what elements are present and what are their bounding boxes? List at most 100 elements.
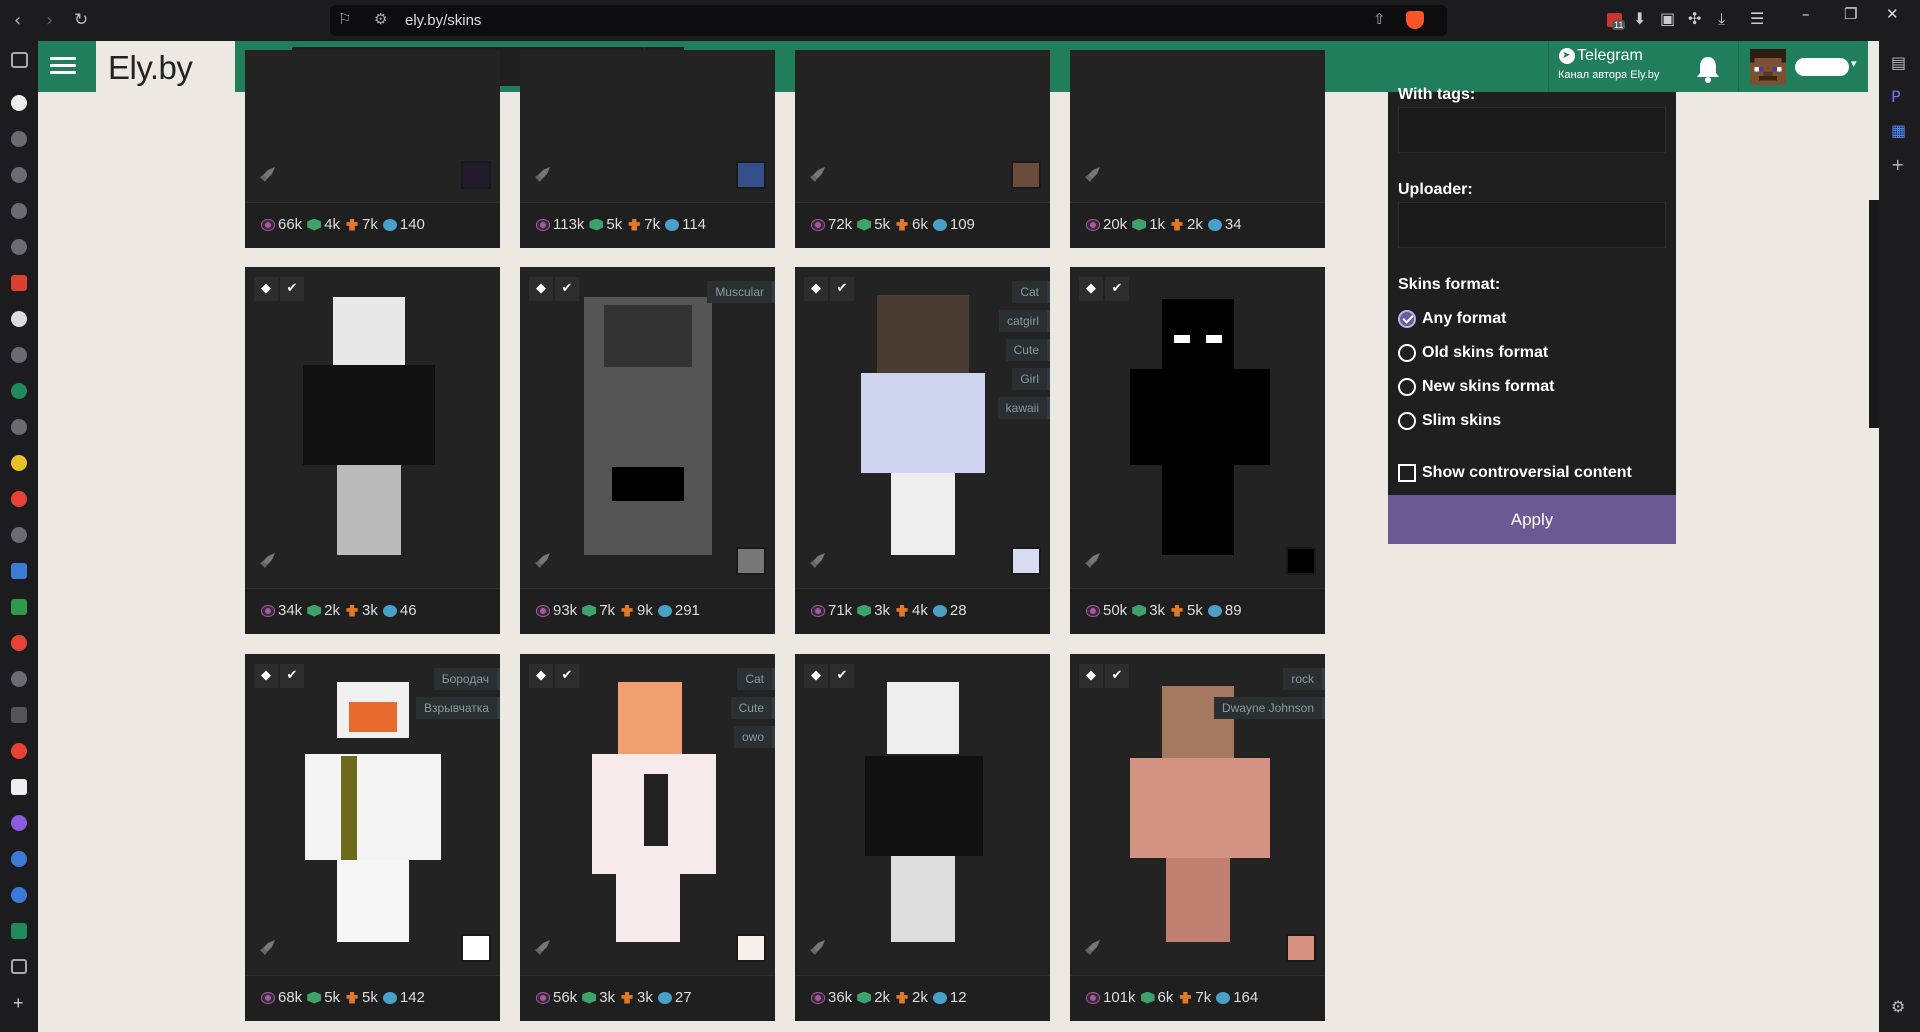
tag[interactable]: Cute xyxy=(730,697,775,719)
sidebar-app-icon[interactable] xyxy=(11,599,27,615)
site-info-icon[interactable]: ⚙ xyxy=(374,10,387,28)
skin-card[interactable]: ◆ ✔ Muscular 93k 7k 9k 291 xyxy=(520,267,775,634)
add-icon[interactable]: + xyxy=(13,993,24,1014)
skin-card[interactable]: 113k 5k 7k 114 xyxy=(520,50,775,248)
skin-card[interactable]: 20k 1k 2k 34 xyxy=(1070,50,1325,248)
3d-cube-icon[interactable]: ◆ xyxy=(804,277,828,301)
github-icon[interactable] xyxy=(11,311,27,327)
rocket-icon[interactable] xyxy=(534,551,552,569)
google-icon[interactable] xyxy=(11,743,27,759)
microphone-icon[interactable] xyxy=(11,851,27,867)
url-text[interactable]: ely.by/skins xyxy=(405,12,481,29)
format-radio-old[interactable]: Old skins format xyxy=(1398,344,1548,362)
skin-card[interactable]: 66k 4k 7k 140 xyxy=(245,50,500,248)
skin-card[interactable]: ◆ ✔ 36k 2k 2k 12 xyxy=(795,654,1050,1021)
skin-card[interactable]: ◆ ✔ 34k 2k 3k 46 xyxy=(245,267,500,634)
rocket-icon[interactable] xyxy=(809,938,827,956)
format-radio-any[interactable]: Any format xyxy=(1398,310,1506,328)
share-icon[interactable]: ⇧ xyxy=(1373,10,1386,28)
tag[interactable]: kawaii xyxy=(997,397,1050,419)
google-icon[interactable] xyxy=(11,635,27,651)
sidebar-app-icon[interactable] xyxy=(11,131,27,147)
reload-icon[interactable]: ↻ xyxy=(74,10,88,30)
sidebar-app-icon[interactable] xyxy=(11,275,27,291)
sidebar-app-icon[interactable] xyxy=(11,167,27,183)
checkmark-icon[interactable]: ✔ xyxy=(280,664,304,688)
rocket-icon[interactable] xyxy=(534,938,552,956)
menu-icon[interactable]: ☰ xyxy=(1750,9,1764,28)
sidebar-app-icon[interactable] xyxy=(11,347,27,363)
skin-card[interactable]: ◆ ✔ 50k 3k 5k 89 xyxy=(1070,267,1325,634)
3d-cube-icon[interactable]: ◆ xyxy=(529,664,553,688)
telegram-link[interactable]: ➤ Telegram Канал автора Ely.by xyxy=(1548,41,1679,92)
rocket-icon[interactable] xyxy=(809,551,827,569)
skin-card[interactable]: ◆ ✔ Бородач Взрывчатка 68k 5k 5k 142 xyxy=(245,654,500,1021)
rocket-icon[interactable] xyxy=(1084,938,1102,956)
tag[interactable]: Dwayne Johnson xyxy=(1213,697,1325,719)
checkmark-icon[interactable]: ✔ xyxy=(555,277,579,301)
rocket-icon[interactable] xyxy=(259,551,277,569)
sidebar-app-icon[interactable] xyxy=(11,203,27,219)
wallet-icon[interactable]: ▤ xyxy=(1891,53,1906,72)
sidebar-toggle-icon[interactable] xyxy=(11,52,28,68)
minimize-icon[interactable]: – xyxy=(1802,5,1810,23)
3d-cube-icon[interactable]: ◆ xyxy=(254,664,278,688)
sidebar-app-icon[interactable] xyxy=(11,923,27,939)
sidebar-app-icon[interactable] xyxy=(11,779,27,795)
3d-cube-icon[interactable]: ◆ xyxy=(529,277,553,301)
tag[interactable]: Girl xyxy=(1012,368,1050,390)
checkmark-icon[interactable]: ✔ xyxy=(1105,277,1129,301)
extensions-icon[interactable]: ✣ xyxy=(1688,9,1701,28)
forward-icon[interactable]: › xyxy=(46,10,53,31)
skin-preview-image[interactable] xyxy=(795,654,1050,942)
bookmark-icon[interactable]: ⚐ xyxy=(338,10,351,28)
controversial-checkbox[interactable]: Show controversial content xyxy=(1398,464,1632,482)
rocket-icon[interactable] xyxy=(1084,551,1102,569)
checkmark-icon[interactable]: ✔ xyxy=(280,277,304,301)
add-icon[interactable]: + xyxy=(1891,155,1904,174)
close-icon[interactable]: ✕ xyxy=(1886,5,1899,23)
sidebar-app-icon[interactable] xyxy=(11,239,27,255)
apply-button[interactable]: Apply xyxy=(1388,495,1676,544)
rocket-icon[interactable] xyxy=(534,165,552,183)
downloads-icon[interactable]: ⤓ xyxy=(1718,9,1725,29)
skin-card[interactable]: ◆ ✔ Cat catgirl Cute Girl kawaii 71k 3k 4k 28 xyxy=(795,267,1050,634)
tag[interactable]: Взрывчатка xyxy=(416,697,500,719)
sidebar-app-icon[interactable]: P xyxy=(1891,87,1901,106)
reader-icon[interactable]: ▣ xyxy=(1660,9,1675,28)
tag[interactable]: Бородач xyxy=(433,668,500,690)
tag[interactable]: owo xyxy=(733,726,775,748)
rocket-icon[interactable] xyxy=(259,165,277,183)
tag[interactable]: rock xyxy=(1283,668,1325,690)
3d-cube-icon[interactable]: ◆ xyxy=(804,664,828,688)
skin-card[interactable]: 72k 5k 6k 109 xyxy=(795,50,1050,248)
3d-cube-icon[interactable]: ◆ xyxy=(1079,277,1103,301)
tag[interactable]: Muscular xyxy=(707,281,775,303)
back-icon[interactable]: ‹ xyxy=(14,10,21,31)
checkmark-icon[interactable]: ✔ xyxy=(555,664,579,688)
format-radio-new[interactable]: New skins format xyxy=(1398,378,1554,396)
sidebar-app-icon[interactable] xyxy=(11,815,27,831)
skin-card[interactable]: ◆ ✔ rock Dwayne Johnson 101k 6k 7k 164 xyxy=(1070,654,1325,1021)
sidebar-app-icon[interactable] xyxy=(11,563,27,579)
skin-preview-image[interactable] xyxy=(1070,267,1325,555)
tag[interactable]: Cat xyxy=(1012,281,1050,303)
sidebar-app-icon[interactable] xyxy=(11,383,27,399)
logo[interactable]: Ely.by xyxy=(96,41,235,92)
rocket-icon[interactable] xyxy=(1084,165,1102,183)
address-bar[interactable]: ⚐ ⚙ ely.by/skins ⇧ xyxy=(330,5,1447,36)
notifications-button[interactable] xyxy=(1688,50,1728,86)
sidebar-app-icon[interactable] xyxy=(11,95,27,111)
settings-icon[interactable]: ⚙ xyxy=(1891,997,1905,1016)
skin-preview-image[interactable] xyxy=(245,267,500,555)
google-icon[interactable] xyxy=(11,491,27,507)
download-extension-icon[interactable]: ⬇ xyxy=(1633,9,1646,28)
tag[interactable]: Cat xyxy=(737,668,775,690)
3d-cube-icon[interactable]: ◆ xyxy=(254,277,278,301)
checkmark-icon[interactable]: ✔ xyxy=(830,664,854,688)
checkmark-icon[interactable]: ✔ xyxy=(830,277,854,301)
microphone-icon[interactable] xyxy=(11,887,27,903)
tag[interactable]: catgirl xyxy=(998,310,1050,332)
sidebar-app-icon[interactable] xyxy=(11,419,27,435)
uploader-input[interactable] xyxy=(1398,202,1666,248)
